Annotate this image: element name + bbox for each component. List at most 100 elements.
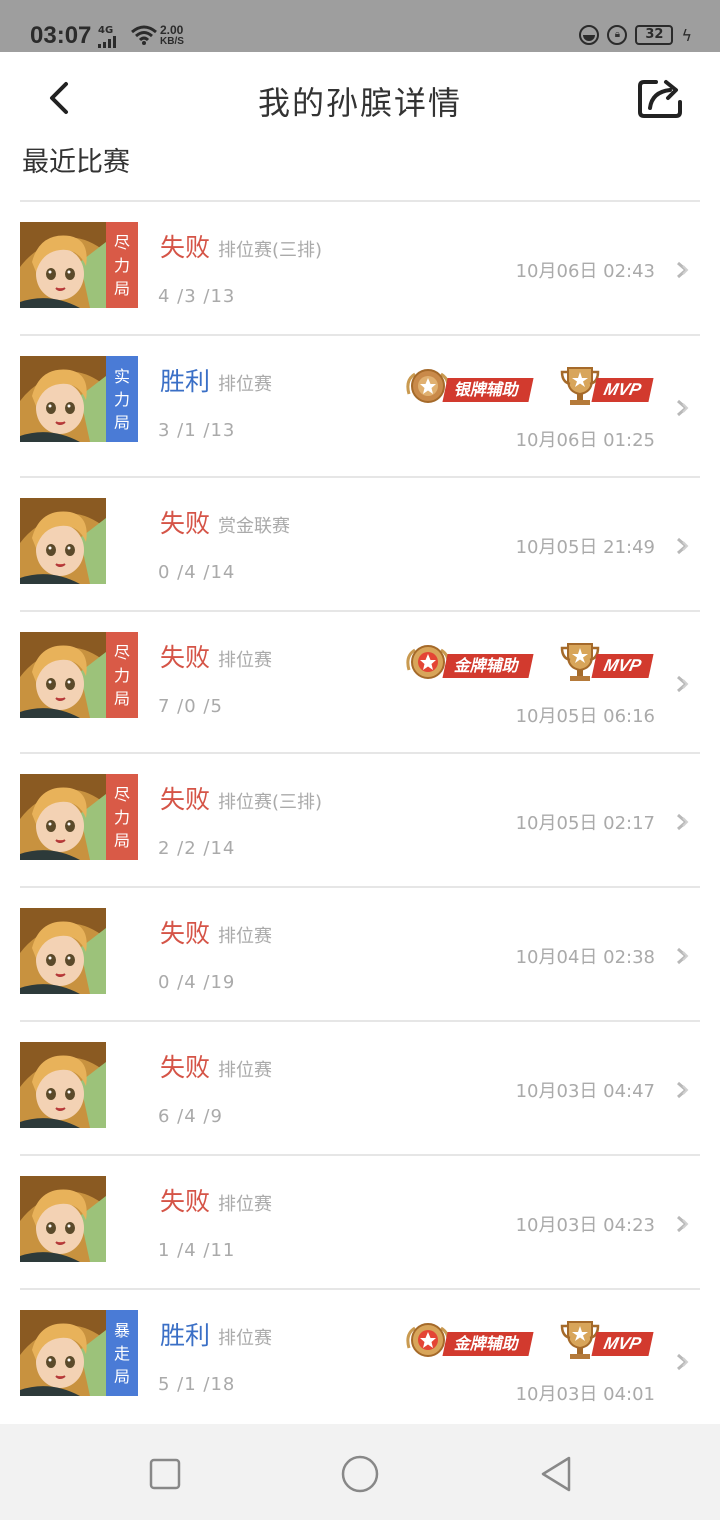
performance-tag: 实力局 [106, 356, 138, 442]
hero-avatar [20, 356, 106, 442]
match-mode: 排位赛 [218, 374, 273, 395]
chevron-right-icon[interactable] [674, 260, 692, 280]
mvp-badge: MVP [560, 640, 654, 690]
chevron-right-icon[interactable] [674, 1080, 692, 1100]
match-row[interactable]: 尽力局失败 排位赛 7 /0 /5 10月05日 06:16 金牌辅助 MVP [20, 612, 700, 754]
honor-badges: 金牌辅助 MVP [405, 1318, 654, 1368]
match-list: 尽力局失败 排位赛(三排) 4 /3 /13 10月06日 02:43 实力局胜利 排位… [20, 202, 700, 1432]
kda: 0 /4 /14 [158, 562, 236, 583]
triangle-back-icon[interactable] [537, 1454, 577, 1494]
match-row[interactable]: 失败 排位赛 1 /4 /11 10月03日 04:23 [20, 1156, 700, 1290]
section-title: 最近比赛 [22, 147, 130, 178]
chevron-right-icon[interactable] [674, 398, 692, 418]
chevron-right-icon[interactable] [674, 1214, 692, 1234]
navigation-bar [0, 1424, 720, 1520]
gold-medal-badge: 金牌辅助 [405, 1318, 540, 1368]
match-mode: 排位赛 [218, 1060, 273, 1081]
data-saver-icon [579, 25, 600, 45]
tag-char: 暴 [113, 1321, 130, 1340]
match-row[interactable]: 失败 排位赛 0 /4 /19 10月04日 02:38 [20, 888, 700, 1022]
match-result: 失败 排位赛 [160, 638, 272, 674]
result-text: 失败 [160, 785, 211, 814]
kda: 1 /4 /11 [158, 1240, 236, 1261]
tag-char: 走 [113, 1344, 130, 1363]
result-text: 失败 [160, 509, 211, 538]
status-bar: 03:07 4G 2.00 KB/S 🔒︎ 32 ϟ [0, 0, 720, 52]
match-mode: 排位赛(三排) [218, 240, 323, 261]
kda: 2 /2 /14 [158, 838, 236, 859]
hero-avatar [20, 222, 106, 308]
share-icon[interactable] [636, 76, 684, 120]
match-result: 胜利 排位赛 [160, 362, 272, 398]
kda: 4 /3 /13 [158, 286, 236, 307]
match-datetime: 10月06日 02:43 [515, 261, 655, 282]
match-result: 失败 排位赛 [160, 914, 272, 950]
hero-avatar [20, 1176, 106, 1262]
chevron-right-icon[interactable] [674, 1352, 692, 1372]
wifi-icon [131, 25, 157, 45]
match-mode: 排位赛 [218, 650, 273, 671]
speed-unit: KB/S [160, 36, 184, 47]
match-row[interactable]: 暴走局胜利 排位赛 5 /1 /18 10月03日 04:01 金牌辅助 MVP [20, 1290, 700, 1432]
hero-avatar [20, 498, 106, 584]
match-row[interactable]: 实力局胜利 排位赛 3 /1 /13 10月06日 01:25 银牌辅助 MVP [20, 336, 700, 478]
match-mode: 排位赛 [218, 1194, 273, 1215]
tag-char: 局 [113, 413, 130, 432]
match-row[interactable]: 失败 排位赛 6 /4 /9 10月03日 04:47 [20, 1022, 700, 1156]
page-title: 我的孙膑详情 [257, 84, 462, 122]
kda: 3 /1 /13 [158, 420, 236, 441]
match-result: 失败 赏金联赛 [160, 504, 290, 540]
match-mode: 赏金联赛 [218, 516, 291, 537]
match-row[interactable]: 尽力局失败 排位赛(三排) 2 /2 /14 10月05日 02:17 [20, 754, 700, 888]
honor-badges: 金牌辅助 MVP [405, 640, 654, 690]
chevron-right-icon[interactable] [674, 812, 692, 832]
result-text: 失败 [160, 233, 211, 262]
mvp-badge: MVP [560, 364, 654, 414]
performance-tag: 尽力局 [106, 222, 138, 308]
mvp-label: MVP [591, 378, 654, 402]
square-icon[interactable] [145, 1454, 185, 1494]
match-row[interactable]: 失败 赏金联赛 0 /4 /14 10月05日 21:49 [20, 478, 700, 612]
hero-avatar [20, 908, 106, 994]
chevron-right-icon[interactable] [674, 946, 692, 966]
circle-icon[interactable] [340, 1454, 380, 1494]
tag-char: 力 [113, 666, 130, 685]
tag-char: 力 [113, 390, 130, 409]
performance-tag: 尽力局 [106, 632, 138, 718]
chevron-right-icon[interactable] [674, 674, 692, 694]
performance-tag: 尽力局 [106, 774, 138, 860]
chevron-right-icon[interactable] [674, 536, 692, 556]
result-text: 胜利 [160, 1321, 211, 1350]
result-text: 失败 [160, 643, 211, 672]
match-mode: 排位赛 [218, 926, 273, 947]
match-row[interactable]: 尽力局失败 排位赛(三排) 4 /3 /13 10月06日 02:43 [20, 202, 700, 336]
hero-avatar [20, 1042, 106, 1128]
header: 我的孙膑详情 [0, 52, 720, 142]
match-datetime: 10月03日 04:01 [515, 1384, 655, 1405]
match-result: 胜利 排位赛 [160, 1316, 272, 1352]
speed-value: 2.00 [160, 23, 184, 37]
match-datetime: 10月03日 04:23 [515, 1215, 655, 1236]
medal-label: 金牌辅助 [442, 654, 534, 678]
lock-icon: 🔒︎ [607, 25, 628, 45]
match-result: 失败 排位赛(三排) [160, 228, 322, 264]
match-datetime: 10月05日 06:16 [515, 706, 655, 727]
silver-medal-badge: 银牌辅助 [405, 364, 540, 414]
result-text: 失败 [160, 919, 211, 948]
result-text: 失败 [160, 1053, 211, 1082]
status-time: 03:07 [30, 22, 92, 49]
match-datetime: 10月06日 01:25 [515, 430, 655, 451]
signal-icon [98, 36, 116, 48]
match-mode: 排位赛 [218, 1328, 273, 1349]
charging-icon: ϟ [681, 25, 692, 45]
tag-char: 局 [113, 279, 130, 298]
hero-avatar [20, 632, 106, 718]
tag-char: 尽 [113, 233, 130, 252]
mvp-label: MVP [591, 1332, 654, 1356]
result-text: 胜利 [160, 367, 211, 396]
medal-label: 金牌辅助 [442, 1332, 534, 1356]
match-result: 失败 排位赛 [160, 1048, 272, 1084]
match-datetime: 10月03日 04:47 [515, 1081, 655, 1102]
honor-badges: 银牌辅助 MVP [405, 364, 654, 414]
kda: 6 /4 /9 [158, 1106, 223, 1127]
